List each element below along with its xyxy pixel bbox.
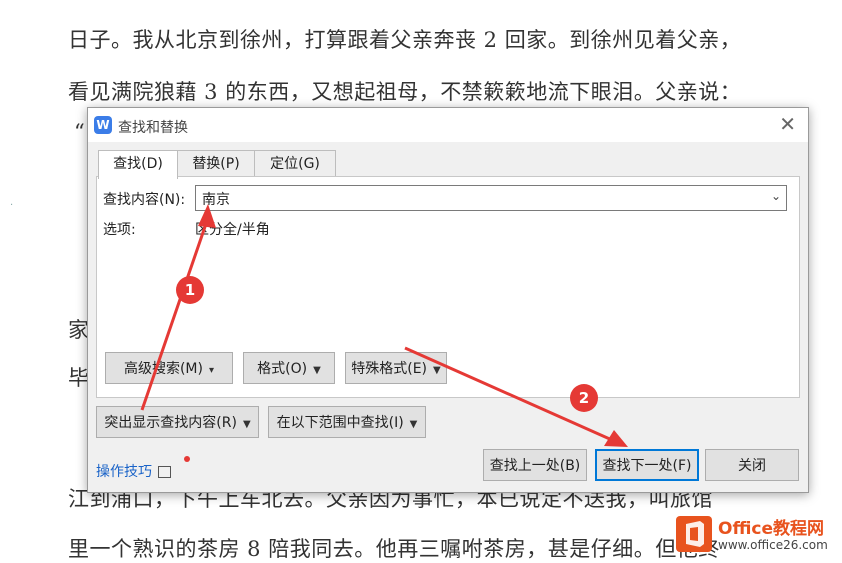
annotation-badge-2: 2 [570,384,598,412]
annotation-arrows [140,204,628,447]
arrow-1-head [198,204,216,228]
tab-find[interactable]: 查找(D) [98,150,178,179]
office-logo-icon [676,516,712,552]
watermark-brand: Office教程网 [718,519,825,539]
watermark-url: www.office26.com [718,538,828,552]
office-watermark: Office教程网 www.office26.com [676,512,842,558]
arrow-1-line [140,217,210,411]
annotation-badge-1: 1 [176,276,204,304]
